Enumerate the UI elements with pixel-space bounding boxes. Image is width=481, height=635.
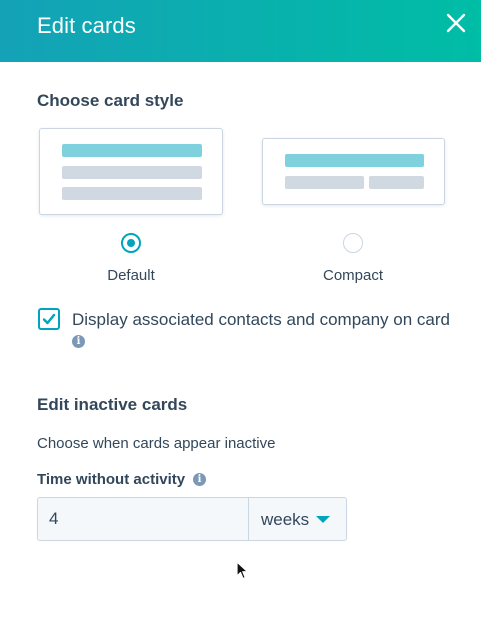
panel-header: Edit cards bbox=[0, 0, 481, 62]
mouse-pointer-icon bbox=[236, 561, 250, 586]
close-button[interactable] bbox=[445, 12, 467, 34]
compact-style-radio[interactable] bbox=[343, 233, 363, 253]
preview-title-bar bbox=[285, 154, 424, 167]
inactivity-unit-label: weeks bbox=[261, 510, 310, 529]
default-card-preview[interactable] bbox=[39, 128, 223, 215]
inactivity-unit-select[interactable]: weeks bbox=[248, 497, 347, 541]
compact-style-label: Compact bbox=[322, 267, 384, 284]
display-associated-checkbox[interactable] bbox=[38, 308, 60, 330]
edit-cards-panel: Choose card style Default Compact Displa… bbox=[0, 62, 481, 635]
info-icon[interactable]: i bbox=[72, 335, 85, 349]
inactive-cards-heading: Edit inactive cards bbox=[37, 395, 188, 414]
compact-card-preview[interactable] bbox=[262, 138, 445, 205]
preview-line-bar bbox=[62, 187, 202, 200]
card-style-heading: Choose card style bbox=[37, 91, 184, 110]
preview-line-bar bbox=[285, 176, 364, 189]
panel-title: Edit cards bbox=[37, 13, 136, 38]
info-icon[interactable]: i bbox=[193, 473, 206, 486]
preview-line-bar bbox=[62, 166, 202, 179]
time-without-activity-label: Time without activity bbox=[37, 471, 186, 488]
display-associated-text: Display associated contacts and company … bbox=[72, 310, 450, 329]
display-associated-label[interactable]: Display associated contacts and company … bbox=[72, 309, 452, 351]
default-style-radio[interactable] bbox=[121, 233, 141, 253]
preview-line-bar bbox=[369, 176, 424, 189]
default-style-label: Default bbox=[107, 267, 155, 284]
close-icon bbox=[446, 13, 466, 33]
inactive-description: Choose when cards appear inactive bbox=[37, 435, 276, 452]
caret-down-icon bbox=[316, 516, 330, 523]
preview-title-bar bbox=[62, 144, 202, 157]
checkmark-icon bbox=[42, 313, 56, 325]
inactivity-value-input[interactable] bbox=[37, 497, 249, 541]
